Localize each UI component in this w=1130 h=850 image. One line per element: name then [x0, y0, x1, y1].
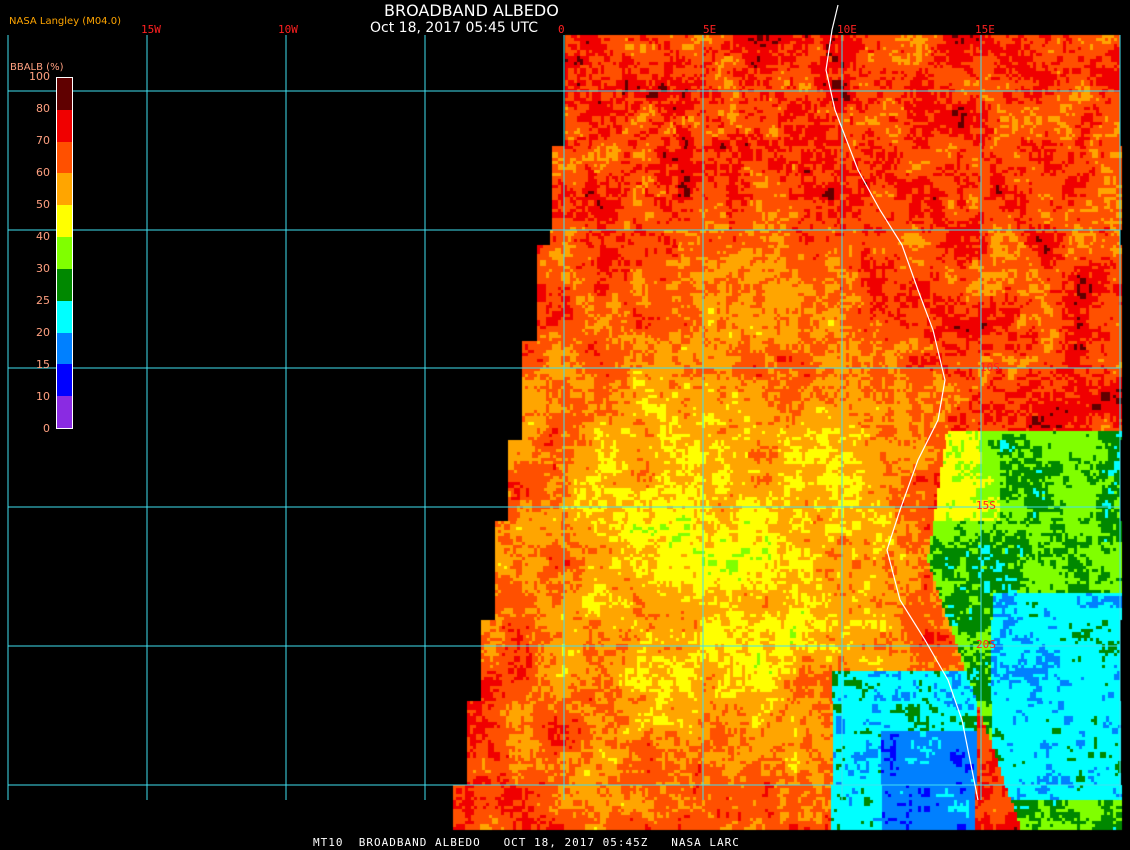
map-title: BROADBAND ALBEDO	[384, 1, 559, 20]
map-datetime: Oct 18, 2017 05:45 UTC	[370, 20, 538, 36]
legend-tick-label: 70	[36, 134, 50, 147]
legend-tick-label: 100	[29, 70, 50, 83]
lat-label-10s: 10S	[980, 361, 1000, 374]
legend-tick-label: 10	[36, 390, 50, 403]
lon-label-15e: 15E	[975, 23, 995, 36]
legend-tick-label: 25	[36, 294, 50, 307]
legend-tick-label: 0	[43, 422, 50, 435]
map-overlay	[7, 4, 1121, 801]
lat-label-15s: 15S	[976, 499, 996, 512]
lon-label-15w: 15W	[141, 23, 161, 36]
legend-swatch	[57, 141, 72, 174]
coastline	[825, 4, 979, 801]
legend-swatch	[57, 300, 72, 333]
legend-tick-label: 60	[36, 166, 50, 179]
legend-swatch	[57, 237, 72, 269]
legend-swatch	[57, 78, 72, 110]
lat-lon-grid	[7, 35, 1121, 800]
legend-swatch	[57, 268, 72, 301]
legend-swatch	[57, 205, 72, 238]
legend-color-bar	[56, 77, 73, 429]
legend-swatch	[57, 332, 72, 365]
legend-swatch	[57, 396, 72, 428]
legend-tick-label: 20	[36, 326, 50, 339]
lat-label-20s: 20S	[976, 638, 996, 651]
footer-caption: MT10 BROADBAND ALBEDO OCT 18, 2017 05:45…	[313, 836, 740, 849]
legend-tick-label: 50	[36, 198, 50, 211]
lon-label-10e: 10E	[837, 23, 857, 36]
lon-label-0: 0	[558, 23, 565, 36]
organization-label: NASA Langley (M04.0)	[9, 16, 121, 27]
legend-swatch	[57, 109, 72, 142]
legend-tick-label: 80	[36, 102, 50, 115]
lon-label-5e: 5E	[703, 23, 717, 36]
legend-swatch	[57, 173, 72, 206]
legend-swatch	[57, 364, 72, 397]
lon-label-10w: 10W	[278, 23, 298, 36]
legend-tick-label: 30	[36, 262, 50, 275]
legend-tick-label: 40	[36, 230, 50, 243]
legend-tick-label: 15	[36, 358, 50, 371]
